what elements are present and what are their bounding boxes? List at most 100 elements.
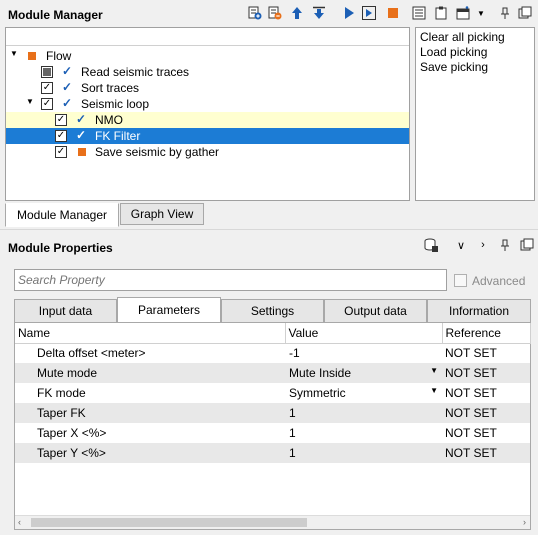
param-reference: NOT SET bbox=[445, 446, 497, 460]
module-checkbox[interactable]: ✓ bbox=[55, 146, 67, 158]
tree-root-label: Flow bbox=[46, 49, 72, 63]
action-load-picking[interactable]: Load picking bbox=[420, 45, 487, 60]
tab-output-data[interactable]: Output data bbox=[324, 299, 427, 323]
param-name: FK mode bbox=[37, 386, 86, 400]
param-value[interactable]: 1 bbox=[285, 423, 442, 443]
tree-item-label: Read seismic traces bbox=[81, 65, 190, 79]
pin-icon[interactable] bbox=[498, 6, 512, 20]
move-up-icon[interactable] bbox=[290, 6, 304, 20]
dropdown-icon[interactable]: ▼ bbox=[474, 6, 488, 20]
window-icon[interactable] bbox=[456, 6, 470, 20]
scrollbar-thumb[interactable] bbox=[31, 518, 307, 527]
horizontal-scrollbar[interactable]: ‹ › bbox=[15, 515, 530, 529]
tree-item-nmo[interactable]: ✓ ✓ NMO bbox=[6, 112, 409, 128]
move-down-icon[interactable] bbox=[312, 6, 326, 20]
restore-icon[interactable] bbox=[518, 6, 532, 20]
column-header-value[interactable]: Value bbox=[285, 323, 443, 344]
check-mark-icon: ✓ bbox=[62, 80, 73, 94]
list-icon[interactable] bbox=[412, 6, 426, 20]
column-header-reference[interactable]: Reference bbox=[442, 323, 531, 344]
param-reference: NOT SET bbox=[445, 426, 497, 440]
module-checkbox[interactable] bbox=[41, 66, 53, 78]
module-properties-toolbar: ∨ › bbox=[420, 238, 538, 256]
tree-item-save-seismic-by-gather[interactable]: ✓ Save seismic by gather bbox=[6, 144, 409, 160]
remove-module-icon[interactable] bbox=[268, 6, 282, 20]
tab-graph-view[interactable]: Graph View bbox=[120, 203, 204, 225]
chevron-down-icon[interactable]: ∨ bbox=[454, 238, 468, 252]
database-icon[interactable] bbox=[424, 238, 438, 252]
param-name: Taper X <%> bbox=[37, 426, 107, 440]
table-row[interactable]: Mute mode Mute Inside ▼ NOT SET bbox=[15, 363, 530, 383]
add-module-icon[interactable] bbox=[248, 6, 262, 20]
scroll-left-icon[interactable]: ‹ bbox=[18, 517, 21, 527]
tree-item-read-seismic-traces[interactable]: ✓ Read seismic traces bbox=[6, 64, 409, 80]
advanced-checkbox[interactable] bbox=[454, 274, 467, 287]
param-name: Delta offset <meter> bbox=[37, 346, 146, 361]
table-row[interactable]: Taper FK 1 NOT SET bbox=[15, 403, 530, 423]
expand-arrow-icon[interactable]: ▼ bbox=[10, 49, 18, 58]
param-value[interactable]: -1 bbox=[285, 343, 442, 363]
table-row[interactable]: Taper Y <%> 1 NOT SET bbox=[15, 443, 530, 463]
param-reference: NOT SET bbox=[445, 406, 497, 420]
panel-divider bbox=[0, 229, 538, 230]
tree-item-label: FK Filter bbox=[95, 129, 141, 143]
module-properties-title: Module Properties bbox=[8, 241, 113, 255]
tab-input-data[interactable]: Input data bbox=[14, 299, 117, 323]
action-save-picking[interactable]: Save picking bbox=[420, 60, 488, 75]
tab-module-manager[interactable]: Module Manager bbox=[5, 203, 119, 227]
param-reference: NOT SET bbox=[445, 386, 497, 400]
tree-header bbox=[6, 28, 409, 46]
tree-item-fk-filter[interactable]: ✓ ✓ FK Filter bbox=[6, 128, 409, 144]
tab-information[interactable]: Information bbox=[427, 299, 531, 323]
param-value-select[interactable]: Mute Inside ▼ bbox=[285, 363, 442, 383]
module-checkbox[interactable]: ✓ bbox=[41, 82, 53, 94]
tree-item-label: Save seismic by gather bbox=[95, 145, 220, 159]
picking-actions-panel: Clear all picking Load picking Save pick… bbox=[415, 27, 535, 201]
table-row[interactable]: FK mode Symmetric ▼ NOT SET bbox=[15, 383, 530, 403]
tree-item-label: NMO bbox=[95, 113, 123, 127]
run-step-icon[interactable] bbox=[362, 6, 376, 20]
tree-item-seismic-loop[interactable]: ▼ ✓ ✓ Seismic loop bbox=[6, 96, 409, 112]
properties-panel: Name Value Reference Delta offset <meter… bbox=[14, 322, 531, 530]
run-icon[interactable] bbox=[342, 6, 356, 20]
param-reference: NOT SET bbox=[445, 366, 497, 380]
param-value-select[interactable]: Symmetric ▼ bbox=[285, 383, 442, 403]
check-mark-icon: ✓ bbox=[76, 128, 87, 142]
param-reference: NOT SET bbox=[445, 346, 497, 361]
tree-item-sort-traces[interactable]: ✓ ✓ Sort traces bbox=[6, 80, 409, 96]
properties-table: Name Value Reference Delta offset <meter… bbox=[15, 323, 531, 463]
tree-item-label: Sort traces bbox=[81, 81, 140, 95]
tree-item-label: Seismic loop bbox=[81, 97, 150, 111]
module-checkbox[interactable]: ✓ bbox=[55, 114, 67, 126]
param-value: Mute Inside bbox=[289, 366, 352, 380]
table-row[interactable]: Taper X <%> 1 NOT SET bbox=[15, 423, 530, 443]
param-value[interactable]: 1 bbox=[285, 403, 442, 423]
module-checkbox[interactable]: ✓ bbox=[55, 130, 67, 142]
param-name: Mute mode bbox=[37, 366, 98, 380]
chevron-right-icon[interactable]: › bbox=[476, 238, 490, 252]
module-manager-title: Module Manager bbox=[8, 8, 103, 22]
clipboard-icon[interactable] bbox=[434, 6, 448, 20]
param-value[interactable]: 1 bbox=[285, 443, 442, 463]
pin-icon[interactable] bbox=[498, 238, 512, 252]
expand-arrow-icon[interactable]: ▼ bbox=[26, 97, 34, 106]
stop-icon[interactable] bbox=[386, 6, 400, 20]
module-checkbox[interactable]: ✓ bbox=[41, 98, 53, 110]
search-property-input[interactable] bbox=[14, 269, 447, 291]
tab-parameters[interactable]: Parameters bbox=[117, 297, 221, 323]
dropdown-arrow-icon[interactable]: ▼ bbox=[430, 366, 438, 375]
table-row[interactable]: Delta offset <meter> -1 NOT SET bbox=[15, 343, 530, 363]
dropdown-arrow-icon[interactable]: ▼ bbox=[430, 386, 438, 395]
check-mark-icon: ✓ bbox=[62, 64, 73, 78]
param-name: Taper FK bbox=[37, 406, 86, 420]
module-manager-toolbar: ▼ bbox=[246, 6, 538, 24]
column-header-name[interactable]: Name bbox=[15, 323, 286, 344]
tab-settings[interactable]: Settings bbox=[221, 299, 324, 323]
scroll-right-icon[interactable]: › bbox=[523, 517, 526, 527]
advanced-label: Advanced bbox=[472, 274, 526, 288]
check-mark-icon: ✓ bbox=[76, 112, 87, 126]
tree-root[interactable]: ▼ Flow bbox=[6, 48, 409, 64]
restore-icon[interactable] bbox=[520, 238, 534, 252]
action-clear-all-picking[interactable]: Clear all picking bbox=[420, 30, 505, 45]
flow-tree-panel: ▼ Flow ✓ Read seismic traces ✓ ✓ Sort tr… bbox=[5, 27, 410, 201]
